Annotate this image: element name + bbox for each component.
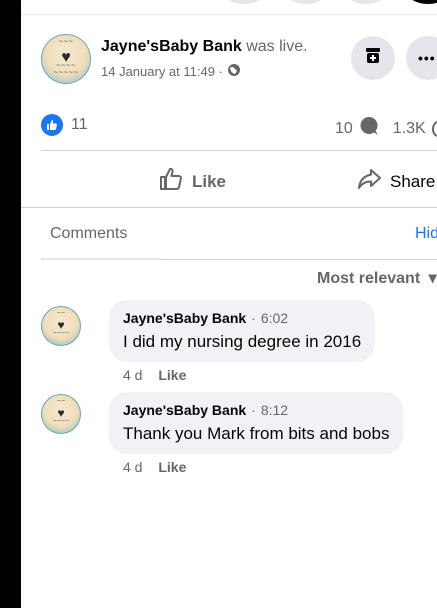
post-timestamp-line: 14 January at 11:49 · (101, 63, 241, 80)
hide-comments-link[interactable]: Hid (415, 225, 437, 243)
separator-dot: · (251, 310, 256, 326)
comment-age[interactable]: 4 d (123, 367, 142, 383)
comment-author[interactable]: Jayne'sBaby Bank (123, 402, 246, 418)
sort-label: Most relevant (317, 270, 421, 287)
comment-author[interactable]: Jayne'sBaby Bank (123, 310, 246, 326)
top-pill (283, 0, 329, 4)
thumbs-up-outline-icon (158, 166, 184, 197)
comment-avatar[interactable]: ~~ ♥ ~~~~ (41, 394, 81, 434)
comment-timestamp[interactable]: 8:12 (261, 402, 288, 418)
comment-bubble: Jayne'sBaby Bank · 8:12 Thank you Mark fro… (109, 392, 404, 454)
top-pill (221, 0, 267, 4)
share-arrow-icon (356, 166, 382, 197)
top-pill (343, 0, 389, 4)
thumbs-up-icon (41, 114, 63, 136)
comment-sort-dropdown[interactable]: Most relevant ▾ (317, 268, 437, 288)
avatar-logo-text: ~~ (56, 398, 66, 404)
views-count[interactable]: 1.3K (393, 120, 426, 138)
avatar-logo-text: ~~~ (58, 38, 74, 45)
comments-count[interactable]: 10 (335, 120, 353, 138)
comment-bubble-icon (359, 116, 379, 141)
tab-underline (41, 258, 161, 260)
separator-dot: · (251, 402, 256, 418)
globe-icon (227, 63, 241, 80)
share-button-label: Share (390, 171, 436, 191)
chevron-down-icon: ▾ (428, 270, 437, 287)
avatar-logo-text: ~~ (56, 310, 66, 316)
comment-avatar[interactable]: ~~ ♥ ~~~~ (41, 306, 81, 346)
post-author-line: Jayne'sBaby Bank was live. (101, 38, 308, 56)
post-author-name[interactable]: Jayne'sBaby Bank (101, 38, 242, 55)
post-panel: ~~~ ♥ ~~~~ ~~~~~ Jayne'sBaby Bank was li… (21, 0, 437, 608)
like-button[interactable]: Like (158, 166, 226, 197)
comment-age[interactable]: 4 d (123, 459, 142, 475)
comments-tab[interactable]: Comments (50, 225, 127, 243)
comment-timestamp[interactable]: 6:02 (261, 310, 288, 326)
comment-like-link[interactable]: Like (158, 459, 186, 475)
comment-meta: 4 d Like (123, 367, 186, 383)
more-options-icon: ••• (418, 50, 436, 66)
divider (41, 150, 437, 151)
comment-meta: 4 d Like (123, 459, 186, 475)
engagement-stats: 10 1.3K (335, 116, 437, 141)
save-post-button[interactable] (351, 36, 395, 80)
post-action-text: was live. (246, 38, 308, 55)
avatar-logo-text: ~~~~ (52, 418, 70, 424)
comment-like-link[interactable]: Like (158, 367, 186, 383)
divider (21, 207, 437, 208)
post-timestamp[interactable]: 14 January at 11:49 · (101, 64, 223, 79)
comment-text: Thank you Mark from bits and bobs (123, 424, 390, 443)
post-avatar[interactable]: ~~~ ♥ ~~~~ ~~~~~ (41, 34, 91, 84)
avatar-logo-text: ~~~~ (52, 330, 70, 336)
views-icon (431, 120, 437, 137)
comment-text: I did my nursing degree in 2016 (123, 332, 362, 351)
like-count: 11 (71, 116, 88, 133)
like-button-label: Like (192, 171, 227, 191)
more-options-button[interactable]: ••• (406, 36, 437, 80)
comments-header: Comments Hid (21, 222, 437, 248)
comment-bubble: Jayne'sBaby Bank · 6:02 I did my nursing d… (109, 300, 376, 362)
top-pill (405, 0, 437, 4)
avatar-logo-text: ~~~~~ (53, 69, 79, 76)
reactions-summary[interactable]: 11 (41, 114, 88, 136)
share-button[interactable]: Share (356, 166, 435, 197)
archive-icon (363, 45, 383, 71)
top-strip (21, 0, 437, 15)
